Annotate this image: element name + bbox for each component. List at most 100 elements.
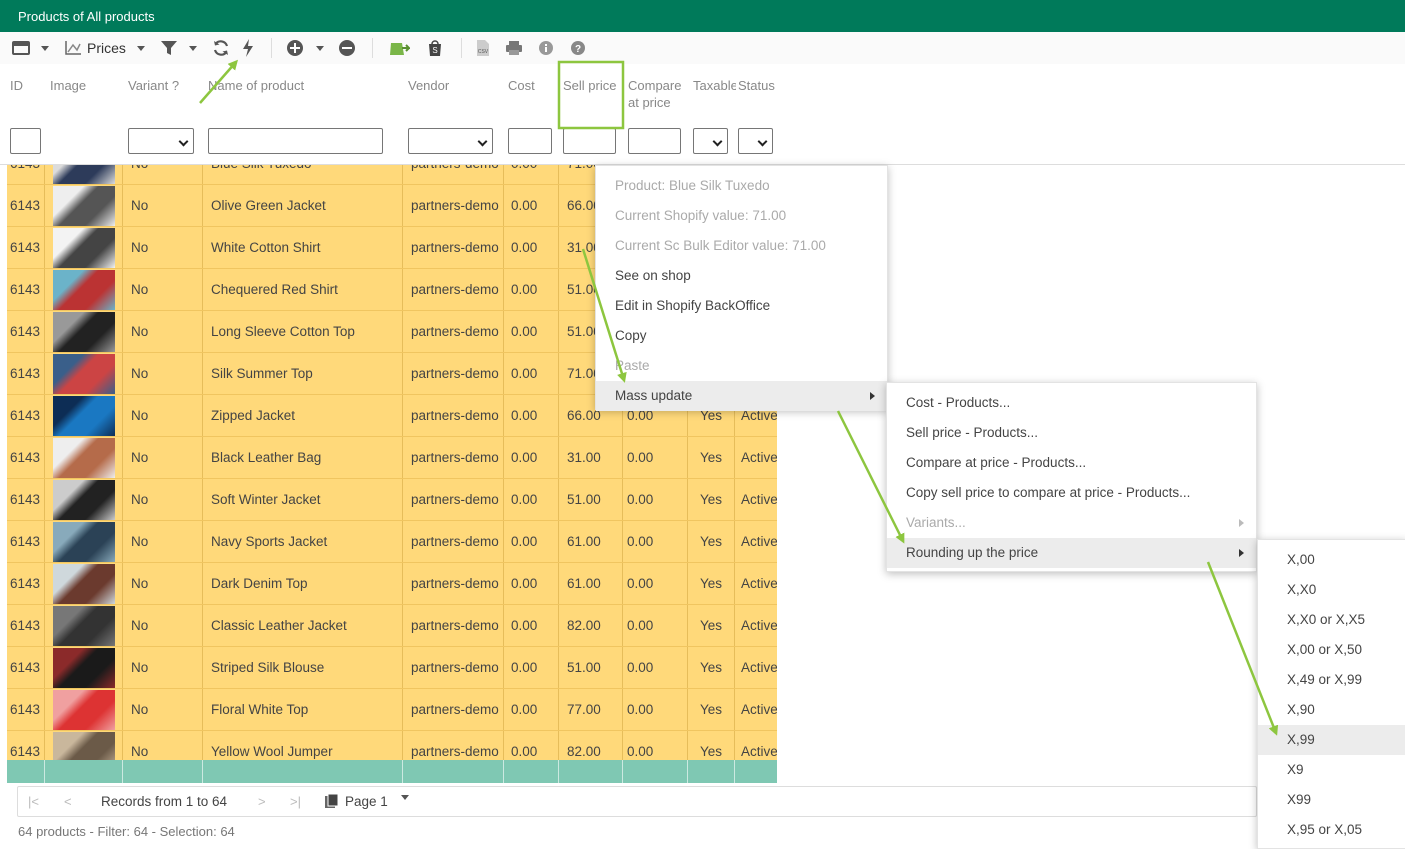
print-icon[interactable] — [505, 39, 523, 57]
table-row[interactable]: 6143 No Black Leather Bag partners-demo 0.00… — [7, 437, 777, 479]
cell-sell-price[interactable]: 51.00 — [567, 647, 621, 689]
chevron-down-icon[interactable] — [401, 795, 409, 815]
info-icon[interactable] — [538, 39, 554, 57]
cell-variant[interactable]: No — [131, 479, 201, 521]
cell-name[interactable]: Dark Denim Top — [211, 563, 401, 605]
chevron-down-icon[interactable] — [41, 39, 49, 57]
cell-sell-price[interactable]: 82.00 — [567, 731, 621, 760]
cell-sell-price[interactable]: 77.00 — [567, 689, 621, 731]
cell-taxable[interactable]: Yes — [700, 437, 734, 479]
cell-cost[interactable]: 0.00 — [511, 185, 557, 227]
cell-cost[interactable]: 0.00 — [511, 731, 557, 760]
cell-variant[interactable]: No — [131, 353, 201, 395]
cell-status[interactable]: Active — [741, 605, 777, 647]
cell-id[interactable]: 6143 — [10, 605, 44, 647]
filter-id-input[interactable] — [10, 128, 41, 154]
cell-id[interactable]: 6143 — [10, 521, 44, 563]
col-header-id[interactable]: ID — [10, 77, 40, 94]
page-select[interactable]: Page 1 — [345, 794, 388, 809]
cell-taxable[interactable]: Yes — [700, 521, 734, 563]
cell-id[interactable]: 6143 — [10, 479, 44, 521]
cell-vendor[interactable]: partners-demo — [411, 563, 503, 605]
cell-status[interactable]: Active — [741, 437, 777, 479]
menu-item-copy-sell-to-compare[interactable]: Copy sell price to compare at price - Pr… — [887, 478, 1256, 508]
cell-sell-price[interactable]: 51.00 — [567, 479, 621, 521]
menu-item-edit-backoffice[interactable]: Edit in Shopify BackOffice — [596, 291, 887, 321]
table-row[interactable]: 6143 No Striped Silk Blouse partners-demo 0.… — [7, 647, 777, 689]
cell-id[interactable]: 6143 — [10, 185, 44, 227]
prev-page-icon[interactable]: < — [64, 794, 72, 809]
cell-vendor[interactable]: partners-demo — [411, 521, 503, 563]
menu-item-paste[interactable]: Paste — [596, 351, 887, 381]
rounding-option[interactable]: X,00 or X,50 — [1258, 635, 1405, 665]
cell-cost[interactable]: 0.00 — [511, 395, 557, 437]
cell-id[interactable]: 6143 — [10, 227, 44, 269]
cell-name[interactable]: Long Sleeve Cotton Top — [211, 311, 401, 353]
chevron-down-icon[interactable] — [189, 39, 197, 57]
cell-name[interactable]: Black Leather Bag — [211, 437, 401, 479]
cell-vendor[interactable]: partners-demo — [411, 479, 503, 521]
cell-id[interactable]: 6143 — [10, 563, 44, 605]
cell-id[interactable]: 6143 — [10, 395, 44, 437]
cell-status[interactable]: Active — [741, 521, 777, 563]
col-header-vendor[interactable]: Vendor — [408, 77, 498, 94]
cell-taxable[interactable]: Yes — [700, 605, 734, 647]
cell-taxable[interactable]: Yes — [700, 731, 734, 760]
rounding-option[interactable]: X9 — [1258, 755, 1405, 785]
col-header-status[interactable]: Status — [738, 77, 778, 94]
cell-status[interactable]: Active — [741, 689, 777, 731]
lightning-icon[interactable] — [241, 39, 255, 57]
cell-compare-price[interactable]: 0.00 — [627, 437, 685, 479]
cell-id[interactable]: 6143 — [10, 269, 44, 311]
cell-id[interactable]: 6143 — [10, 731, 44, 760]
cell-cost[interactable]: 0.00 — [511, 353, 557, 395]
cell-sell-price[interactable]: 82.00 — [567, 605, 621, 647]
rounding-option[interactable]: X,90 — [1258, 695, 1405, 725]
filter-vendor-select[interactable] — [408, 128, 493, 154]
table-row[interactable]: 6143 No Classic Leather Jacket partners-dem… — [7, 605, 777, 647]
cell-name[interactable]: Silk Summer Top — [211, 353, 401, 395]
cell-vendor[interactable]: partners-demo — [411, 437, 503, 479]
remove-icon[interactable] — [338, 39, 356, 57]
cell-vendor[interactable]: partners-demo — [411, 311, 503, 353]
menu-item-sell-price[interactable]: Sell price - Products... — [887, 418, 1256, 448]
rounding-option[interactable]: X,00 — [1258, 545, 1405, 575]
table-row[interactable]: 6143 No Floral White Top partners-demo 0.00 7… — [7, 689, 777, 731]
cell-name[interactable]: Floral White Top — [211, 689, 401, 731]
cell-name[interactable]: Blue Silk Tuxedo — [211, 165, 401, 185]
col-header-compare-price[interactable]: Compare at price — [628, 77, 686, 111]
shopify-bag-icon[interactable]: S — [426, 39, 444, 57]
next-page-icon[interactable]: > — [258, 794, 266, 809]
cell-cost[interactable]: 0.00 — [511, 647, 557, 689]
cell-vendor[interactable]: partners-demo — [411, 605, 503, 647]
first-page-icon[interactable]: |< — [28, 794, 39, 809]
cell-variant[interactable]: No — [131, 605, 201, 647]
cell-sell-price[interactable]: 61.00 — [567, 521, 621, 563]
cell-id[interactable]: 6143 — [10, 311, 44, 353]
cell-variant[interactable]: No — [131, 395, 201, 437]
rounding-option[interactable]: X99 — [1258, 785, 1405, 815]
cell-id[interactable]: 6143 — [10, 353, 44, 395]
cell-name[interactable]: Navy Sports Jacket — [211, 521, 401, 563]
cell-cost[interactable]: 0.00 — [511, 165, 557, 185]
add-icon[interactable] — [286, 39, 304, 57]
cell-compare-price[interactable]: 0.00 — [627, 731, 685, 760]
col-header-sell-price[interactable]: Sell price — [563, 77, 621, 94]
cell-status[interactable]: Active — [741, 563, 777, 605]
cell-variant[interactable]: No — [131, 165, 201, 185]
cell-variant[interactable]: No — [131, 269, 201, 311]
cell-variant[interactable]: No — [131, 311, 201, 353]
col-header-image[interactable]: Image — [50, 77, 120, 94]
rounding-option[interactable]: X,95 or X,05 — [1258, 815, 1405, 845]
cell-cost[interactable]: 0.00 — [511, 521, 557, 563]
help-icon[interactable]: ? — [570, 39, 586, 57]
cell-status[interactable]: Active — [741, 479, 777, 521]
menu-item-variants[interactable]: Variants... — [887, 508, 1256, 538]
col-header-taxable[interactable]: Taxable — [693, 77, 736, 94]
chevron-down-icon[interactable] — [137, 39, 145, 57]
cell-name[interactable]: Chequered Red Shirt — [211, 269, 401, 311]
cell-status[interactable]: Active — [741, 647, 777, 689]
menu-item-compare-price[interactable]: Compare at price - Products... — [887, 448, 1256, 478]
cell-name[interactable]: Zipped Jacket — [211, 395, 401, 437]
cell-compare-price[interactable]: 0.00 — [627, 479, 685, 521]
